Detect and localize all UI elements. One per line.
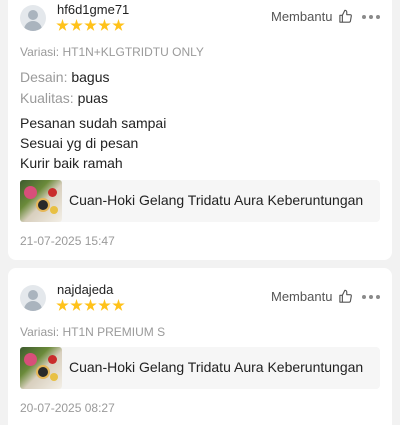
variant-label: Variasi: HT1N+KLGTRIDTU ONLY	[20, 45, 204, 59]
review-attribute: Desain: bagus	[20, 69, 110, 85]
variant-label: Variasi: HT1N PREMIUM S	[20, 325, 166, 339]
star-icon	[56, 299, 69, 311]
product-thumbnail	[20, 180, 62, 222]
attribute-value: bagus	[71, 69, 110, 85]
attribute-key: Desain:	[20, 69, 68, 85]
star-icon	[112, 19, 125, 31]
star-icon	[112, 299, 125, 311]
star-icon	[84, 299, 97, 311]
reviewer-username[interactable]: najdajeda	[57, 282, 113, 297]
review-text-line: Kurir baik ramah	[20, 155, 123, 171]
review-text: Pesanan sudah sampai Sesuai yg di pesan …	[20, 113, 166, 173]
star-icon	[98, 299, 111, 311]
attribute-value: puas	[77, 90, 108, 106]
helpful-button[interactable]: Membantu	[271, 289, 353, 304]
star-icon	[70, 299, 83, 311]
star-icon	[56, 19, 69, 31]
review-date: 21-07-2025 15:47	[20, 234, 115, 248]
review-card: hf6d1gme71 Membantu Variasi: HT1N+KLGTRI…	[8, 0, 392, 260]
avatar-icon[interactable]	[20, 285, 46, 311]
product-title: Cuan-Hoki Gelang Tridatu Aura Keberuntun…	[69, 192, 364, 208]
star-icon	[70, 19, 83, 31]
product-link[interactable]: Cuan-Hoki Gelang Tridatu Aura Keberuntun…	[20, 180, 380, 222]
helpful-label: Membantu	[271, 9, 333, 24]
review-card: najdajeda Membantu Variasi: HT1N PREMIUM…	[8, 268, 392, 425]
star-rating	[56, 299, 125, 312]
product-thumbnail	[20, 347, 62, 389]
review-text-line: Pesanan sudah sampai	[20, 115, 167, 131]
review-date: 20-07-2025 08:27	[20, 401, 115, 415]
review-text-line: Sesuai yg di pesan	[20, 135, 139, 151]
star-icon	[98, 19, 111, 31]
star-icon	[84, 19, 97, 31]
review-attribute: Kualitas: puas	[20, 90, 108, 106]
avatar-icon[interactable]	[20, 5, 46, 31]
helpful-button[interactable]: Membantu	[271, 9, 353, 24]
helpful-label: Membantu	[271, 289, 333, 304]
thumbs-up-icon	[339, 9, 353, 23]
attribute-key: Kualitas:	[20, 90, 74, 106]
thumbs-up-icon	[339, 289, 353, 303]
product-title: Cuan-Hoki Gelang Tridatu Aura Keberuntun…	[69, 359, 364, 375]
reviewer-username[interactable]: hf6d1gme71	[57, 2, 129, 17]
more-options-icon[interactable]	[362, 15, 380, 19]
product-link[interactable]: Cuan-Hoki Gelang Tridatu Aura Keberuntun…	[20, 347, 380, 389]
more-options-icon[interactable]	[362, 295, 380, 299]
star-rating	[56, 19, 125, 32]
